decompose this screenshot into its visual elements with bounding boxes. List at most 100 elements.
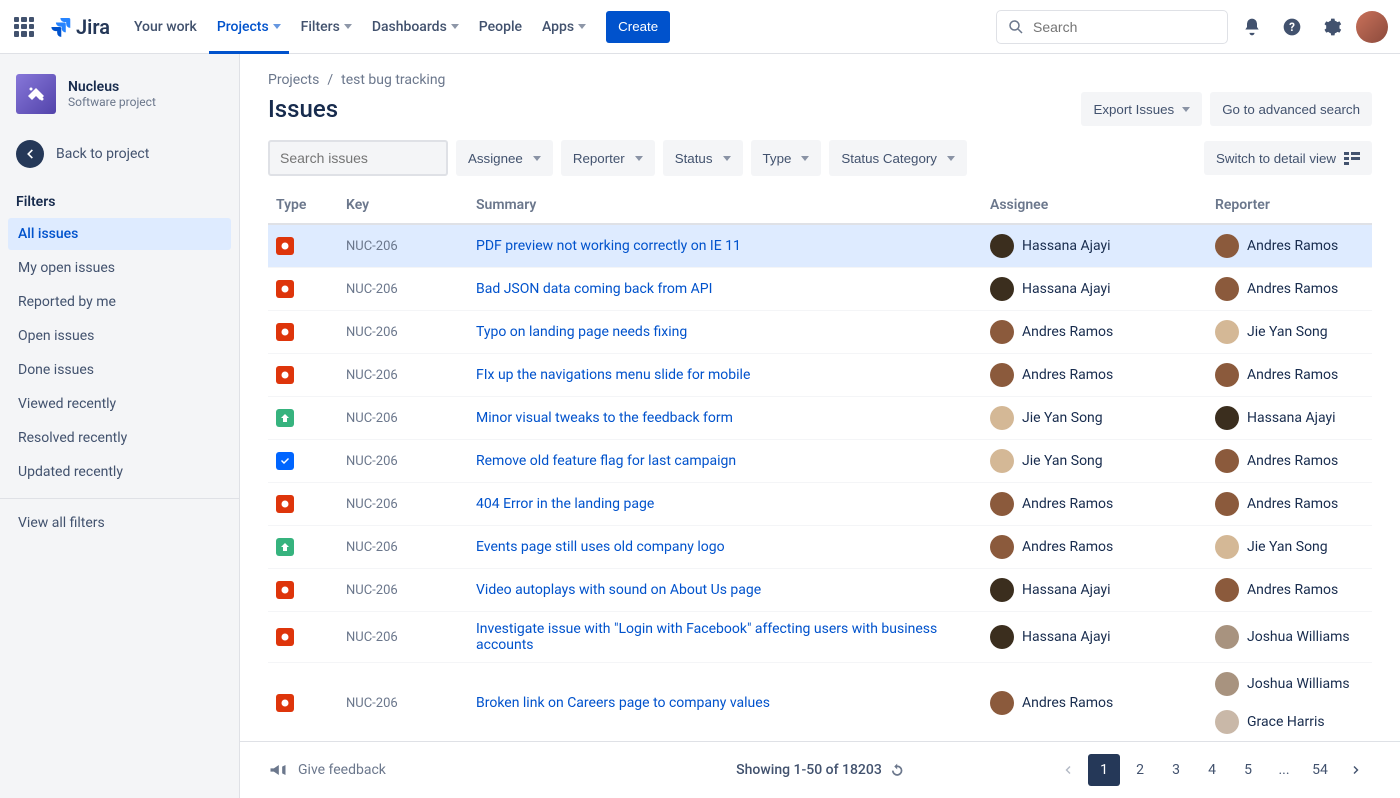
sidebar-filter-reported-by-me[interactable]: Reported by me [8, 286, 231, 318]
sidebar-filter-done-issues[interactable]: Done issues [8, 354, 231, 386]
issue-row[interactable]: NUC-206Typo on landing page needs fixing… [268, 311, 1372, 354]
issue-row[interactable]: NUC-206Bad JSON data coming back from AP… [268, 268, 1372, 311]
issue-summary[interactable]: Typo on landing page needs fixing [468, 311, 982, 354]
filter-pill-status-category[interactable]: Status Category [829, 140, 967, 176]
sidebar-filter-all-issues[interactable]: All issues [8, 218, 231, 250]
issue-key[interactable]: NUC-206 [338, 612, 468, 663]
issue-key[interactable]: NUC-206 [338, 224, 468, 268]
sidebar-filter-updated-recently[interactable]: Updated recently [8, 456, 231, 488]
issue-row[interactable]: NUC-206404 Error in the landing page Andr… [268, 483, 1372, 526]
person[interactable]: Grace Harris [1215, 710, 1364, 734]
settings-icon[interactable] [1316, 11, 1348, 43]
person[interactable]: Hassana Ajayi [990, 578, 1199, 602]
person[interactable]: Jie Yan Song [990, 449, 1199, 473]
filter-pill-reporter[interactable]: Reporter [561, 140, 655, 176]
column-header-summary[interactable]: Summary [468, 189, 982, 224]
app-switcher-icon[interactable] [12, 15, 36, 39]
issue-summary[interactable]: Bad JSON data coming back from API [468, 268, 982, 311]
search-issues-input[interactable] [280, 150, 461, 166]
search-input[interactable] [1033, 19, 1217, 35]
view-all-filters-link[interactable]: View all filters [8, 507, 231, 539]
issue-row[interactable]: NUC-206FIx up the navigations menu slide… [268, 354, 1372, 397]
issue-row[interactable]: NUC-206Broken link on Careers page to co… [268, 663, 1372, 742]
issue-row[interactable]: NUC-206Video autoplays with sound on Abo… [268, 569, 1372, 612]
issue-summary[interactable]: PDF preview not working correctly on IE … [468, 224, 982, 268]
person[interactable]: Hassana Ajayi [990, 625, 1199, 649]
back-to-project-link[interactable]: Back to project [0, 130, 239, 178]
issue-key[interactable]: NUC-206 [338, 483, 468, 526]
issue-row[interactable]: NUC-206PDF preview not working correctly… [268, 224, 1372, 268]
person[interactable]: Jie Yan Song [1215, 535, 1364, 559]
issue-row[interactable]: NUC-206Investigate issue with "Login wit… [268, 612, 1372, 663]
prev-page-button[interactable] [1052, 754, 1084, 786]
sidebar-filter-viewed-recently[interactable]: Viewed recently [8, 388, 231, 420]
issue-summary[interactable]: Video autoplays with sound on About Us p… [468, 569, 982, 612]
breadcrumb-root[interactable]: Projects [268, 72, 319, 88]
advanced-search-button[interactable]: Go to advanced search [1210, 92, 1372, 126]
person[interactable]: Andres Ramos [1215, 578, 1364, 602]
issue-key[interactable]: NUC-206 [338, 397, 468, 440]
person[interactable]: Andres Ramos [990, 363, 1199, 387]
person[interactable]: Andres Ramos [1215, 492, 1364, 516]
issue-key[interactable]: NUC-206 [338, 440, 468, 483]
nav-item-projects[interactable]: Projects [209, 11, 289, 43]
issue-summary[interactable]: Minor visual tweaks to the feedback form [468, 397, 982, 440]
switch-view-button[interactable]: Switch to detail view [1204, 141, 1372, 175]
issue-summary[interactable]: 404 Error in the landing page [468, 483, 982, 526]
person[interactable]: Jie Yan Song [990, 406, 1199, 430]
create-button[interactable]: Create [606, 11, 670, 43]
person[interactable]: Andres Ramos [1215, 277, 1364, 301]
nav-item-your-work[interactable]: Your work [126, 11, 205, 43]
person[interactable]: Hassana Ajayi [1215, 406, 1364, 430]
page-button-5[interactable]: 5 [1232, 754, 1264, 786]
issue-summary[interactable]: Events page still uses old company logo [468, 526, 982, 569]
issue-key[interactable]: NUC-206 [338, 663, 468, 742]
sidebar-filter-open-issues[interactable]: Open issues [8, 320, 231, 352]
person[interactable]: Andres Ramos [1215, 234, 1364, 258]
nav-item-apps[interactable]: Apps [534, 11, 594, 43]
column-header-key[interactable]: Key [338, 189, 468, 224]
person[interactable]: Joshua Williams [1215, 672, 1364, 696]
issue-key[interactable]: NUC-206 [338, 268, 468, 311]
page-button-2[interactable]: 2 [1124, 754, 1156, 786]
person[interactable]: Jie Yan Song [1215, 320, 1364, 344]
search-issues-box[interactable] [268, 140, 448, 176]
person[interactable]: Andres Ramos [990, 320, 1199, 344]
nav-item-people[interactable]: People [471, 11, 530, 43]
nav-item-filters[interactable]: Filters [293, 11, 360, 43]
person[interactable]: Andres Ramos [1215, 363, 1364, 387]
person[interactable]: Hassana Ajayi [990, 234, 1199, 258]
page-button-54[interactable]: 54 [1304, 754, 1336, 786]
person[interactable]: Hassana Ajayi [990, 277, 1199, 301]
export-issues-button[interactable]: Export Issues [1081, 92, 1202, 126]
person[interactable]: Andres Ramos [990, 492, 1199, 516]
issue-key[interactable]: NUC-206 [338, 311, 468, 354]
issue-summary[interactable]: Investigate issue with "Login with Faceb… [468, 612, 982, 663]
person[interactable]: Joshua Williams [1215, 625, 1364, 649]
next-page-button[interactable] [1340, 754, 1372, 786]
issue-key[interactable]: NUC-206 [338, 569, 468, 612]
help-icon[interactable]: ? [1276, 11, 1308, 43]
column-header-reporter[interactable]: Reporter [1207, 189, 1372, 224]
person[interactable]: Andres Ramos [990, 691, 1199, 715]
person[interactable]: Andres Ramos [1215, 449, 1364, 473]
page-button-3[interactable]: 3 [1160, 754, 1192, 786]
sidebar-filter-my-open-issues[interactable]: My open issues [8, 252, 231, 284]
profile-avatar[interactable] [1356, 11, 1388, 43]
filter-pill-assignee[interactable]: Assignee [456, 140, 553, 176]
issue-summary[interactable]: Broken link on Careers page to company v… [468, 663, 982, 742]
nav-item-dashboards[interactable]: Dashboards [364, 11, 467, 43]
page-button-1[interactable]: 1 [1088, 754, 1120, 786]
give-feedback-link[interactable]: Give feedback [268, 760, 386, 780]
global-search[interactable] [996, 10, 1228, 44]
filter-pill-type[interactable]: Type [751, 140, 822, 176]
column-header-assignee[interactable]: Assignee [982, 189, 1207, 224]
issue-summary[interactable]: FIx up the navigations menu slide for mo… [468, 354, 982, 397]
sidebar-filter-resolved-recently[interactable]: Resolved recently [8, 422, 231, 454]
notifications-icon[interactable] [1236, 11, 1268, 43]
issue-row[interactable]: NUC-206Minor visual tweaks to the feedba… [268, 397, 1372, 440]
jira-logo[interactable]: Jira [48, 15, 110, 39]
issue-summary[interactable]: Remove old feature flag for last campaig… [468, 440, 982, 483]
issue-row[interactable]: NUC-206Events page still uses old compan… [268, 526, 1372, 569]
issue-key[interactable]: NUC-206 [338, 354, 468, 397]
